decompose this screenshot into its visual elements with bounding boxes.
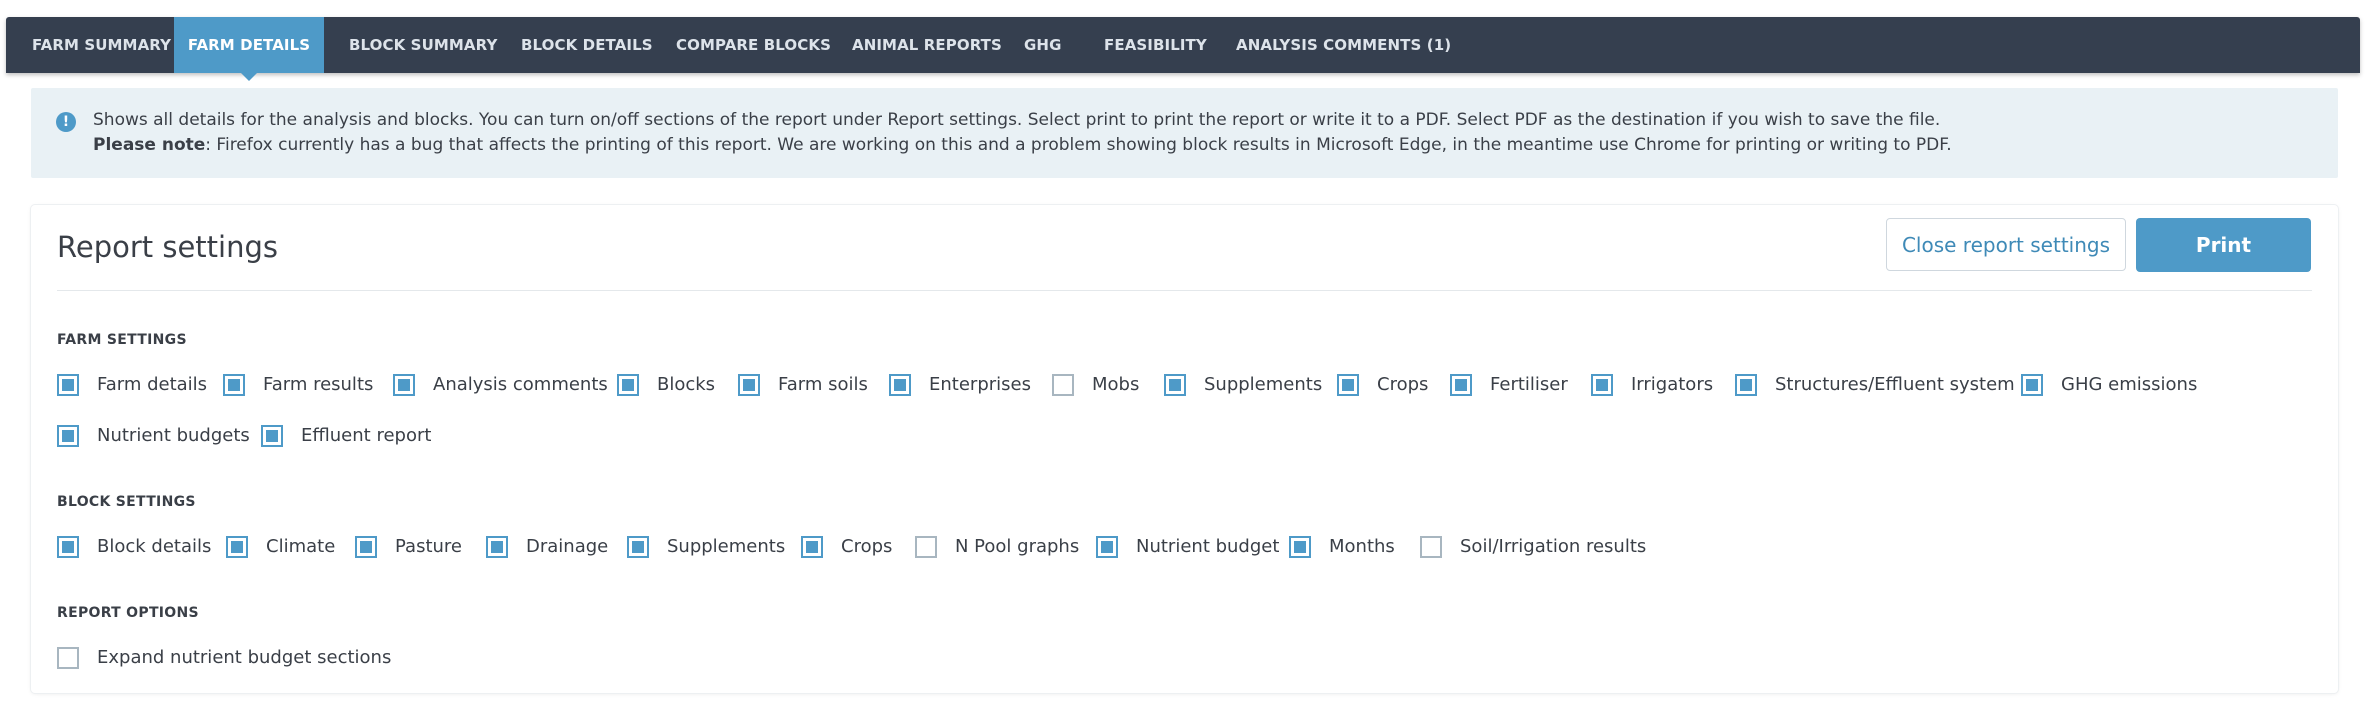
tab-feasibility[interactable]: FEASIBILITY xyxy=(1104,17,1207,73)
checkbox-box[interactable] xyxy=(261,425,283,447)
checkbox-box[interactable] xyxy=(1450,374,1472,396)
info-note-label: Please note xyxy=(93,135,206,155)
block-settings-heading: BLOCK SETTINGS xyxy=(57,494,196,510)
checkbox-label: Farm soils xyxy=(778,374,868,395)
panel-title: Report settings xyxy=(57,230,278,264)
checkbox-label: Pasture xyxy=(395,536,462,557)
checkbox-label: Months xyxy=(1329,536,1395,557)
tab-block-details[interactable]: BLOCK DETAILS xyxy=(521,17,653,73)
tab-ghg[interactable]: GHG xyxy=(1024,17,1061,73)
farm-settings-heading: FARM SETTINGS xyxy=(57,332,187,348)
checkbox-label: Block details xyxy=(97,536,212,557)
checkbox-label: Crops xyxy=(1377,374,1429,395)
checkbox-box[interactable] xyxy=(1420,536,1442,558)
tab-farm-details[interactable]: FARM DETAILS xyxy=(174,17,324,81)
checkbox-box[interactable] xyxy=(801,536,823,558)
tab-compare-blocks[interactable]: COMPARE BLOCKS xyxy=(676,17,831,73)
tab-analysis-comments[interactable]: ANALYSIS COMMENTS (1) xyxy=(1236,17,1451,73)
tab-farm-summary[interactable]: FARM SUMMARY xyxy=(32,17,171,73)
print-button[interactable]: Print xyxy=(2136,218,2311,272)
checkbox-box[interactable] xyxy=(1591,374,1613,396)
checkbox-label: Analysis comments xyxy=(433,374,608,395)
checkbox-box[interactable] xyxy=(57,647,79,669)
checkbox-box[interactable] xyxy=(617,374,639,396)
info-note: Please note: Firefox currently has a bug… xyxy=(93,135,1952,155)
report-options-heading: REPORT OPTIONS xyxy=(57,605,199,621)
checkbox-box[interactable] xyxy=(57,425,79,447)
checkbox-box[interactable] xyxy=(1164,374,1186,396)
checkbox-box[interactable] xyxy=(1052,374,1074,396)
checkbox-box[interactable] xyxy=(1289,536,1311,558)
checkbox-label: Effluent report xyxy=(301,425,432,446)
checkbox-label: Structures/Effluent system xyxy=(1775,374,2015,395)
checkbox-box[interactable] xyxy=(57,536,79,558)
checkbox-box[interactable] xyxy=(915,536,937,558)
report-tab-bar: FARM SUMMARY FARM DETAILS BLOCK SUMMARY … xyxy=(6,17,2360,81)
checkbox-label: Climate xyxy=(266,536,336,557)
checkbox-label: GHG emissions xyxy=(2061,374,2198,395)
report-settings-panel: Report settings Close report settings Pr… xyxy=(31,205,2338,693)
checkbox-label: Blocks xyxy=(657,374,716,395)
checkbox-box[interactable] xyxy=(223,374,245,396)
checkbox-box[interactable] xyxy=(393,374,415,396)
checkbox-label: Drainage xyxy=(526,536,609,557)
checkbox-box[interactable] xyxy=(57,374,79,396)
checkbox-box[interactable] xyxy=(627,536,649,558)
checkbox-box[interactable] xyxy=(889,374,911,396)
checkbox-label: Enterprises xyxy=(929,374,1031,395)
checkbox-label: Supplements xyxy=(667,536,786,557)
checkbox-label: Farm results xyxy=(263,374,374,395)
tab-block-summary[interactable]: BLOCK SUMMARY xyxy=(349,17,497,73)
checkbox-label: Nutrient budget xyxy=(1136,536,1280,557)
checkbox-box[interactable] xyxy=(355,536,377,558)
checkbox-box[interactable] xyxy=(2021,374,2043,396)
checkbox-label: Expand nutrient budget sections xyxy=(97,647,392,668)
checkbox-box[interactable] xyxy=(738,374,760,396)
info-note-text: : Firefox currently has a bug that affec… xyxy=(205,135,1952,155)
checkbox-box[interactable] xyxy=(1096,536,1118,558)
checkbox-box[interactable] xyxy=(1337,374,1359,396)
checkbox-box[interactable] xyxy=(1735,374,1757,396)
checkbox-label: Irrigators xyxy=(1631,374,1714,395)
checkbox-label: Farm details xyxy=(97,374,208,395)
checkbox-label: Crops xyxy=(841,536,893,557)
info-circle-icon: ! xyxy=(56,112,76,132)
divider xyxy=(57,290,2312,291)
checkbox-label: Mobs xyxy=(1092,374,1140,395)
info-text: Shows all details for the analysis and b… xyxy=(93,110,1941,130)
info-banner: ! Shows all details for the analysis and… xyxy=(31,88,2338,178)
checkbox-label: Fertiliser xyxy=(1490,374,1568,395)
checkbox-label: Nutrient budgets xyxy=(97,425,250,446)
checkbox-label: Supplements xyxy=(1204,374,1323,395)
close-report-settings-button[interactable]: Close report settings xyxy=(1886,218,2126,271)
checkbox-box[interactable] xyxy=(226,536,248,558)
checkbox-label: Soil/Irrigation results xyxy=(1460,536,1647,557)
tab-animal-reports[interactable]: ANIMAL REPORTS xyxy=(852,17,1002,73)
checkbox-box[interactable] xyxy=(486,536,508,558)
checkbox-label: N Pool graphs xyxy=(955,536,1080,557)
